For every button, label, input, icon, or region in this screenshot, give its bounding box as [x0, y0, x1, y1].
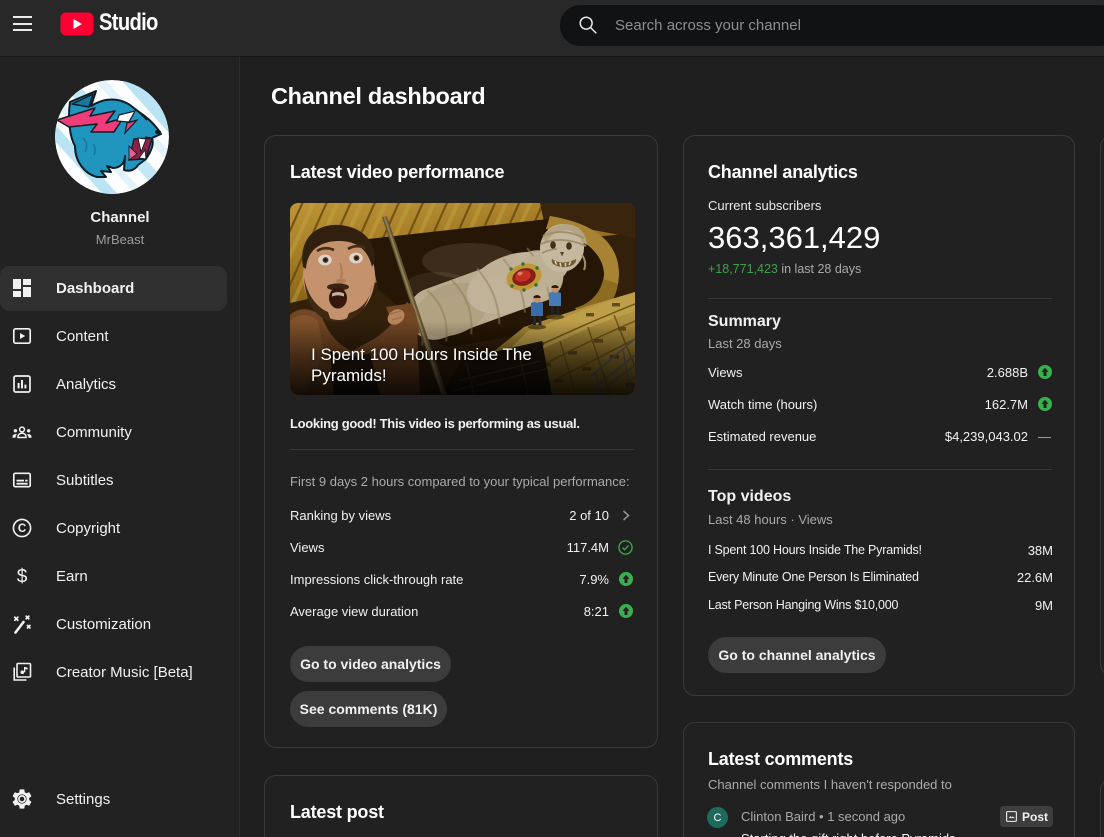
svg-text:C: C	[18, 523, 26, 535]
svg-text:$: $	[17, 567, 28, 588]
